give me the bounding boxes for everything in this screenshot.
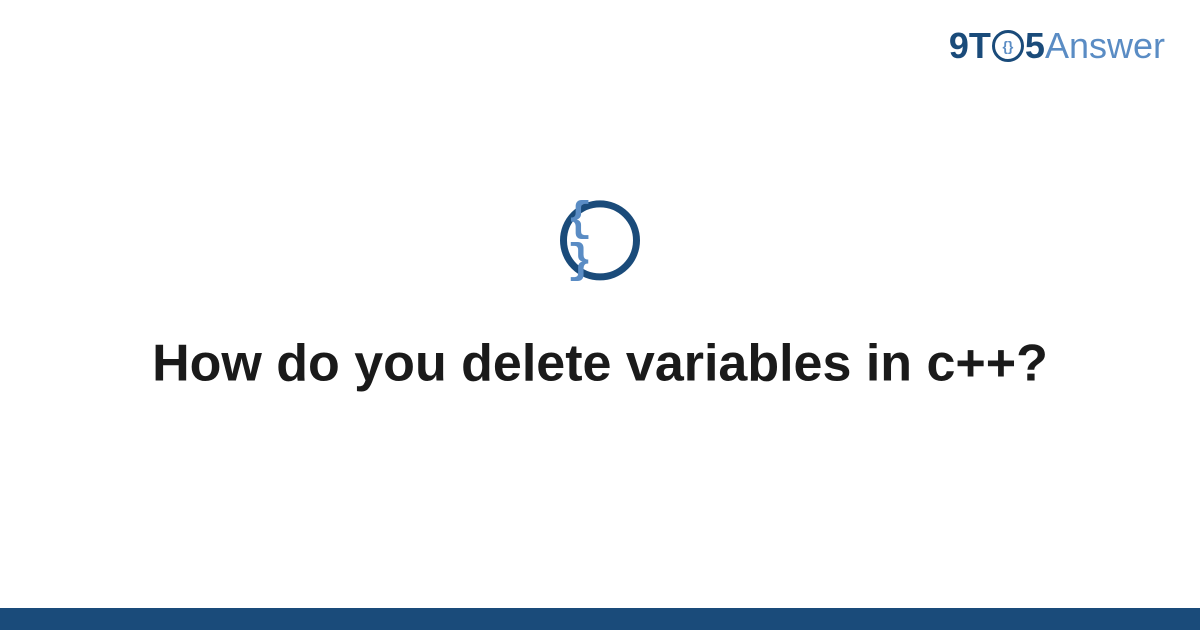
site-logo[interactable]: 9T {} 5 Answer [949, 25, 1165, 67]
footer-bar [0, 608, 1200, 630]
logo-text-9t: 9T [949, 25, 991, 67]
logo-o-inner-braces: {} [1002, 39, 1013, 53]
logo-text-answer: Answer [1045, 25, 1165, 67]
logo-text-5: 5 [1025, 25, 1045, 67]
braces-glyph: { } [567, 198, 633, 282]
code-braces-icon: { } [560, 200, 640, 280]
question-title: How do you delete variables in c++? [152, 330, 1048, 398]
main-content: { } How do you delete variables in c++? [0, 200, 1200, 398]
logo-o-icon: {} [991, 30, 1025, 62]
